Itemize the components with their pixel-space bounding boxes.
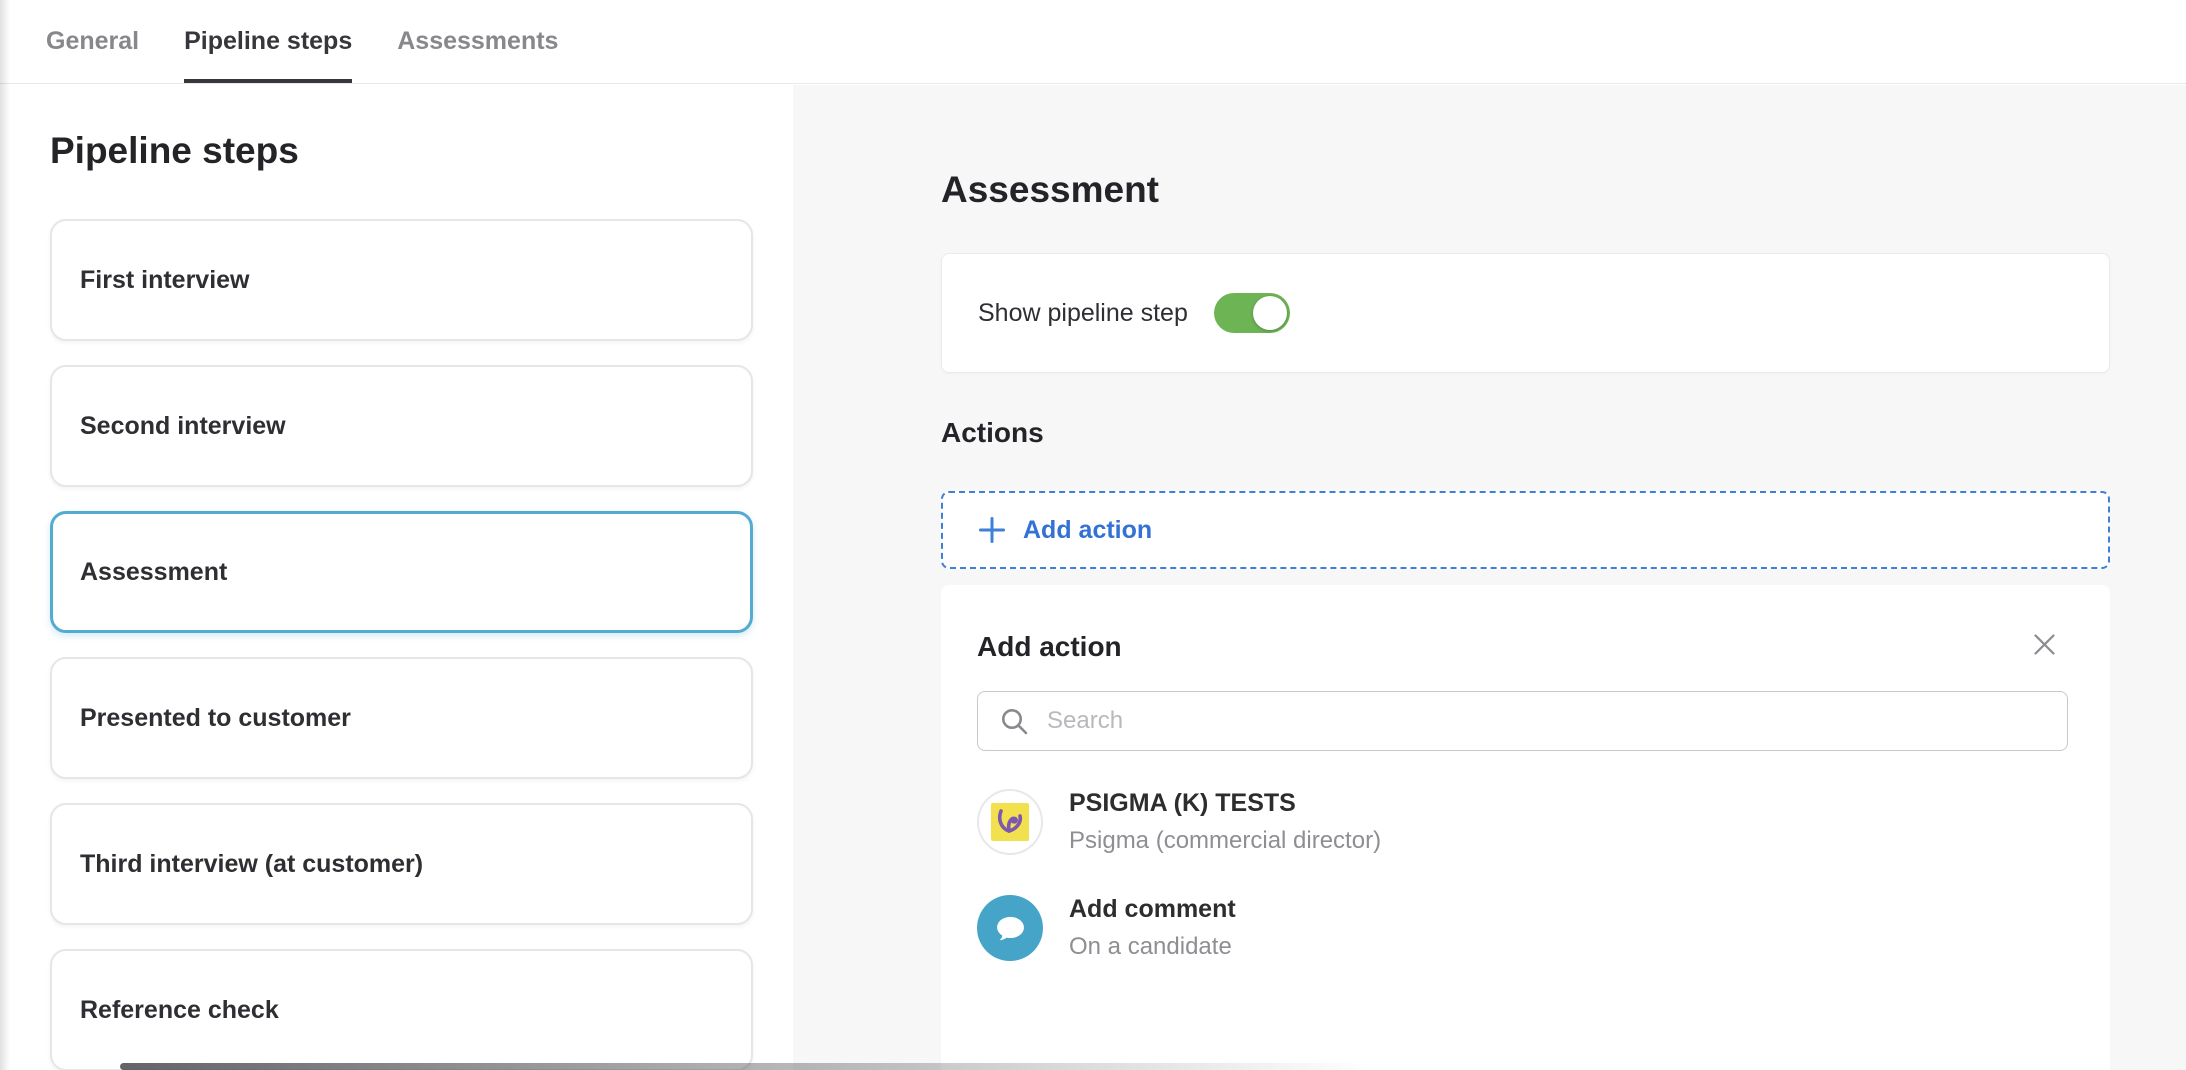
action-item-title: Add comment: [1069, 895, 1236, 924]
pipeline-steps-title: Pipeline steps: [50, 129, 793, 173]
psigma-logo-icon: [977, 789, 1043, 855]
step-detail-title: Assessment: [941, 167, 2110, 213]
tab-pipeline-steps[interactable]: Pipeline steps: [184, 0, 352, 83]
pipeline-steps-list: First interview Second interview Assessm…: [50, 219, 753, 1070]
action-item-title: PSIGMA (K) TESTS: [1069, 789, 1381, 818]
action-search-box: [977, 691, 2068, 751]
step-card-third-interview[interactable]: Third interview (at customer): [50, 803, 753, 925]
add-action-button[interactable]: Add action: [941, 491, 2110, 569]
show-pipeline-step-card: Show pipeline step: [941, 253, 2110, 373]
action-item-add-comment[interactable]: Add comment On a candidate: [977, 895, 2068, 961]
comment-icon: [977, 895, 1043, 961]
add-action-panel-title: Add action: [977, 631, 1122, 663]
step-card-reference-check[interactable]: Reference check: [50, 949, 753, 1070]
action-item-psigma[interactable]: PSIGMA (K) TESTS Psigma (commercial dire…: [977, 789, 2068, 855]
step-card-assessment[interactable]: Assessment: [50, 511, 753, 633]
show-pipeline-step-toggle[interactable]: [1214, 293, 1290, 333]
step-card-first-interview[interactable]: First interview: [50, 219, 753, 341]
step-card-presented-to-customer[interactable]: Presented to customer: [50, 657, 753, 779]
plus-icon: [977, 515, 1007, 545]
settings-tabbar: General Pipeline steps Assessments: [0, 0, 2186, 84]
search-icon: [998, 705, 1031, 738]
step-detail-panel: Assessment Show pipeline step Actions Ad…: [793, 85, 2186, 1070]
add-action-panel: Add action: [941, 585, 2110, 1070]
tab-general[interactable]: General: [46, 0, 139, 83]
tab-assessments[interactable]: Assessments: [397, 0, 558, 83]
action-item-subtitle: On a candidate: [1069, 933, 1236, 961]
add-action-button-label: Add action: [1023, 516, 1152, 545]
pipeline-steps-panel: Pipeline steps First interview Second in…: [0, 85, 793, 1070]
actions-heading: Actions: [941, 417, 2110, 449]
action-search-input[interactable]: [1047, 707, 2047, 735]
action-item-subtitle: Psigma (commercial director): [1069, 827, 1381, 855]
action-list: PSIGMA (K) TESTS Psigma (commercial dire…: [977, 789, 2068, 961]
settings-page: General Pipeline steps Assessments Pipel…: [0, 0, 2186, 1070]
toggle-knob: [1253, 296, 1287, 330]
show-pipeline-step-label: Show pipeline step: [978, 299, 1188, 328]
step-card-second-interview[interactable]: Second interview: [50, 365, 753, 487]
close-icon[interactable]: [2029, 629, 2060, 665]
